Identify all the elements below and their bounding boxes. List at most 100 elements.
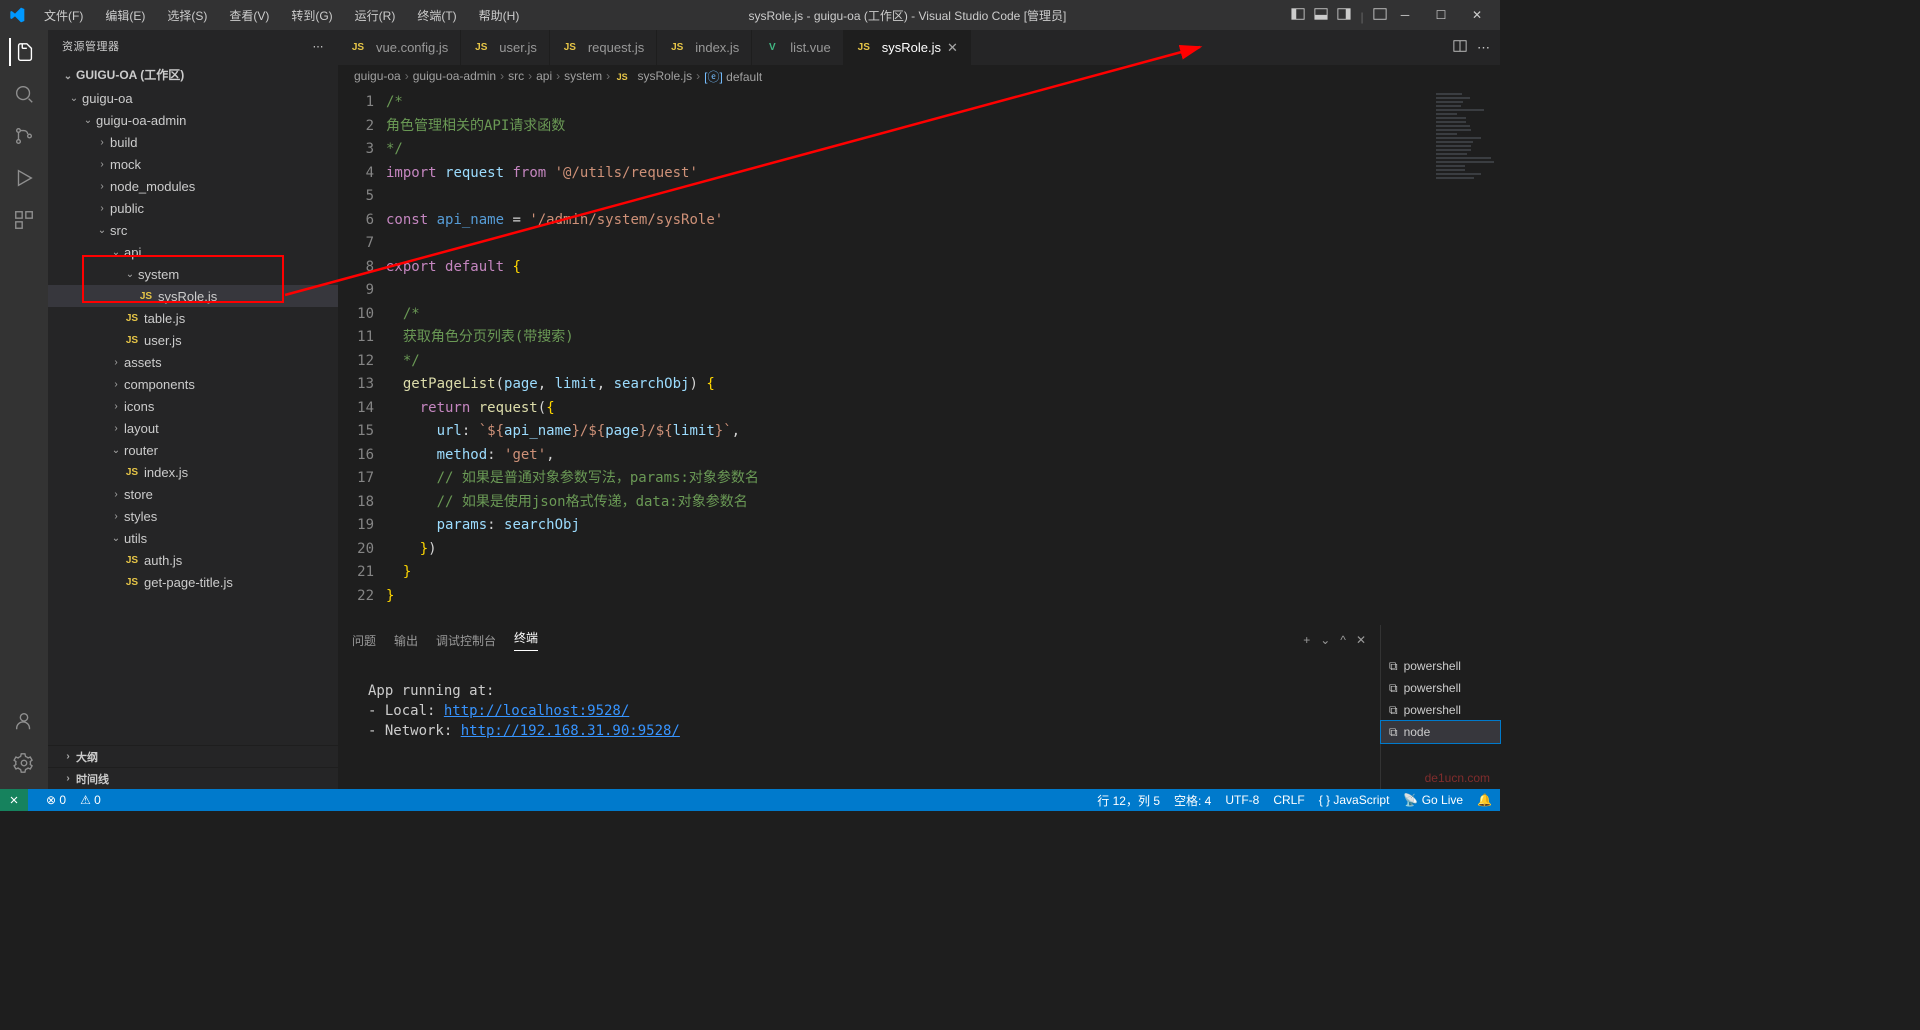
folder-item[interactable]: ⌄router [48, 439, 338, 461]
editor-tab[interactable]: JSuser.js [461, 30, 550, 65]
file-tree: ⌄guigu-oa⌄guigu-oa-admin›build›mock›node… [48, 87, 338, 745]
file-item[interactable]: JSauth.js [48, 549, 338, 571]
menu-item[interactable]: 转到(G) [283, 3, 340, 28]
menu-item[interactable]: 运行(R) [347, 3, 404, 28]
cursor-position[interactable]: 行 12，列 5 [1097, 792, 1160, 809]
status-bar: ⊗ 0 ⚠ 0 行 12，列 5 空格: 4 UTF-8 CRLF { } Ja… [0, 789, 1500, 811]
folder-item[interactable]: ⌄system [48, 263, 338, 285]
warning-count[interactable]: ⚠ 0 [80, 793, 101, 807]
terminal-item[interactable]: ⧉ node [1381, 721, 1500, 743]
menu-item[interactable]: 查看(V) [221, 3, 277, 28]
folder-item[interactable]: ›mock [48, 153, 338, 175]
close-panel-icon[interactable]: ✕ [1356, 633, 1366, 647]
window-controls: ─ ☐ ✕ [1390, 8, 1492, 22]
code-content[interactable]: /* 角色管理相关的API请求函数 */ import request from… [386, 87, 1430, 624]
window-title: sysRole.js - guigu-oa (工作区) - Visual Stu… [527, 7, 1287, 24]
timeline-section[interactable]: ›时间线 [48, 767, 338, 789]
workspace-header[interactable]: ⌄GUIGU-OA (工作区) [48, 62, 338, 87]
folder-item[interactable]: ›node_modules [48, 175, 338, 197]
explorer-title: 资源管理器 [62, 38, 120, 54]
folder-item[interactable]: ⌄src [48, 219, 338, 241]
terminal-item[interactable]: ⧉ powershell [1381, 655, 1500, 677]
file-item[interactable]: JSindex.js [48, 461, 338, 483]
editor-tab[interactable]: JSsysRole.js✕ [844, 30, 971, 65]
more-icon[interactable]: ⋯ [1477, 40, 1490, 56]
folder-item[interactable]: ›assets [48, 351, 338, 373]
menu-item[interactable]: 选择(S) [159, 3, 215, 28]
more-icon[interactable]: ⋯ [313, 40, 325, 53]
explorer-icon[interactable] [9, 38, 37, 66]
folder-item[interactable]: ›icons [48, 395, 338, 417]
editor-tab[interactable]: JSvue.config.js [338, 30, 461, 65]
file-item[interactable]: JSsysRole.js [48, 285, 338, 307]
editor-tabs: JSvue.config.jsJSuser.jsJSrequest.jsJSin… [338, 30, 1500, 65]
file-item[interactable]: JStable.js [48, 307, 338, 329]
terminal-icon: ⧉ [1389, 659, 1398, 674]
add-terminal-icon[interactable]: + [1303, 633, 1310, 647]
close-button[interactable]: ✕ [1462, 8, 1492, 22]
menu-item[interactable]: 文件(F) [36, 3, 91, 28]
folder-item[interactable]: ›public [48, 197, 338, 219]
minimize-button[interactable]: ─ [1390, 8, 1420, 22]
terminal-output[interactable]: App running at: - Local: http://localhos… [338, 655, 1380, 789]
menu-item[interactable]: 终端(T) [409, 3, 464, 28]
terminal-list: ⧉ powershell⧉ powershell⧉ powershell⧉ no… [1380, 625, 1500, 789]
breadcrumb[interactable]: guigu-oa›guigu-oa-admin›src›api›system›J… [338, 65, 1500, 87]
panel-tab[interactable]: 输出 [394, 632, 418, 649]
panel-tab[interactable]: 终端 [514, 629, 538, 651]
eol[interactable]: CRLF [1273, 793, 1304, 807]
terminal-icon: ⧉ [1389, 681, 1398, 696]
editor-tab[interactable]: JSindex.js [657, 30, 752, 65]
outline-section[interactable]: ›大纲 [48, 745, 338, 767]
indentation[interactable]: 空格: 4 [1174, 792, 1211, 809]
dropdown-icon[interactable]: ⌄ [1320, 633, 1330, 647]
minimap[interactable] [1430, 87, 1500, 624]
title-bar: 文件(F)编辑(E)选择(S)查看(V)转到(G) 运行(R)终端(T) 帮助(H)… [0, 0, 1500, 30]
source-control-icon[interactable] [10, 122, 38, 150]
menu-bar: 文件(F)编辑(E)选择(S)查看(V)转到(G) 运行(R)终端(T) 帮助(H) [36, 3, 527, 28]
encoding[interactable]: UTF-8 [1225, 793, 1259, 807]
folder-item[interactable]: ›styles [48, 505, 338, 527]
bottom-panel: 问题 输出 调试控制台 终端 + ⌄ ^ ✕ App running at: - Local:… [338, 624, 1500, 789]
folder-item[interactable]: ›store [48, 483, 338, 505]
menu-item[interactable]: 帮助(H) [471, 3, 528, 28]
activity-bar [0, 30, 48, 789]
folder-item[interactable]: ⌄utils [48, 527, 338, 549]
watermark: de1ucn.com [1425, 771, 1490, 785]
editor-area: JSvue.config.jsJSuser.jsJSrequest.jsJSin… [338, 30, 1500, 789]
folder-item[interactable]: ›layout [48, 417, 338, 439]
remote-indicator[interactable] [0, 789, 28, 811]
folder-item[interactable]: ⌄guigu-oa [48, 87, 338, 109]
terminal-item[interactable]: ⧉ powershell [1381, 699, 1500, 721]
layout-controls[interactable]: | [1288, 7, 1391, 24]
go-live[interactable]: 📡 Go Live [1403, 793, 1463, 807]
panel-tab[interactable]: 调试控制台 [436, 632, 496, 649]
panel-tab[interactable]: 问题 [352, 632, 376, 649]
file-item[interactable]: JSget-page-title.js [48, 571, 338, 593]
menu-item[interactable]: 编辑(E) [97, 3, 153, 28]
code-editor[interactable]: 12345678910111213141516171819202122 /* 角… [338, 87, 1500, 624]
split-editor-icon[interactable] [1453, 39, 1467, 56]
folder-item[interactable]: ›build [48, 131, 338, 153]
language-mode[interactable]: { } JavaScript [1319, 793, 1390, 807]
folder-item[interactable]: ›components [48, 373, 338, 395]
notifications-icon[interactable]: 🔔 [1477, 793, 1492, 807]
terminal-icon: ⧉ [1389, 725, 1398, 740]
folder-item[interactable]: ⌄api [48, 241, 338, 263]
terminal-item[interactable]: ⧉ powershell [1381, 677, 1500, 699]
search-icon[interactable] [10, 80, 38, 108]
maximize-button[interactable]: ☐ [1426, 8, 1456, 22]
editor-tab[interactable]: JSrequest.js [550, 30, 657, 65]
folder-item[interactable]: ⌄guigu-oa-admin [48, 109, 338, 131]
editor-tab[interactable]: Vlist.vue [752, 30, 843, 65]
file-item[interactable]: JSuser.js [48, 329, 338, 351]
terminal-icon: ⧉ [1389, 703, 1398, 718]
error-count[interactable]: ⊗ 0 [46, 793, 66, 807]
maximize-panel-icon[interactable]: ^ [1340, 633, 1346, 647]
settings-icon[interactable] [10, 749, 38, 777]
close-icon[interactable]: ✕ [947, 40, 958, 56]
account-icon[interactable] [10, 707, 38, 735]
extensions-icon[interactable] [10, 206, 38, 234]
vscode-logo-icon [8, 6, 26, 24]
run-debug-icon[interactable] [10, 164, 38, 192]
